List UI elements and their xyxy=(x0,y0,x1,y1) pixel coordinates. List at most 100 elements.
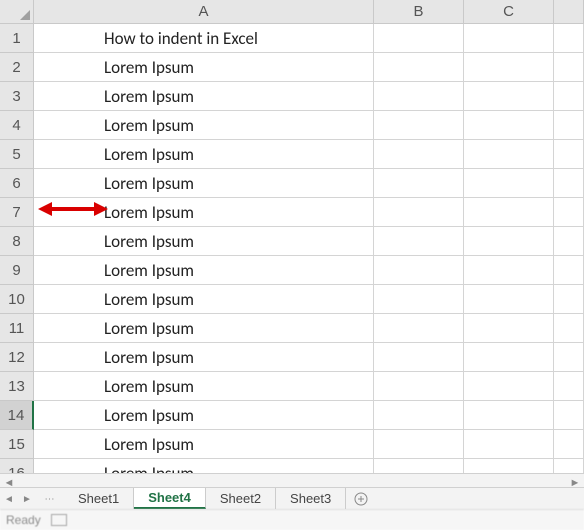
row-header[interactable]: 13 xyxy=(0,372,34,401)
cell[interactable]: Lorem Ipsum xyxy=(34,82,374,111)
row-header[interactable]: 11 xyxy=(0,314,34,343)
cell[interactable] xyxy=(374,256,464,285)
sheet-tab[interactable]: Sheet1 xyxy=(64,488,134,509)
row-header[interactable]: 3 xyxy=(0,82,34,111)
status-text: Ready xyxy=(6,513,41,527)
sheet-tab[interactable]: Sheet2 xyxy=(206,488,276,509)
add-sheet-button[interactable] xyxy=(346,488,376,509)
cell[interactable] xyxy=(464,227,554,256)
grid-row: 15Lorem Ipsum xyxy=(0,430,584,459)
cell[interactable] xyxy=(464,343,554,372)
cell[interactable] xyxy=(464,314,554,343)
cell[interactable] xyxy=(464,24,554,53)
cell[interactable]: Lorem Ipsum xyxy=(34,314,374,343)
grid-row: 6Lorem Ipsum xyxy=(0,169,584,198)
select-all-corner[interactable] xyxy=(0,0,34,24)
grid-row: 9Lorem Ipsum xyxy=(0,256,584,285)
cell[interactable] xyxy=(554,430,584,459)
cell[interactable]: Lorem Ipsum xyxy=(34,227,374,256)
tab-nav-more-icon[interactable]: ⋯ xyxy=(36,488,64,509)
sheet-tab[interactable]: Sheet4 xyxy=(134,488,206,509)
cell[interactable] xyxy=(374,285,464,314)
cell[interactable] xyxy=(554,24,584,53)
row-header[interactable]: 8 xyxy=(0,227,34,256)
cell[interactable] xyxy=(554,372,584,401)
cell[interactable] xyxy=(554,111,584,140)
cell[interactable] xyxy=(464,430,554,459)
tab-nav-next-icon[interactable]: ► xyxy=(18,488,36,509)
cell[interactable] xyxy=(554,198,584,227)
sheet-tab[interactable]: Sheet3 xyxy=(276,488,346,509)
cell[interactable] xyxy=(464,53,554,82)
cell[interactable]: Lorem Ipsum xyxy=(34,198,374,227)
cell[interactable]: Lorem Ipsum xyxy=(34,111,374,140)
cell[interactable] xyxy=(374,401,464,430)
cell[interactable] xyxy=(554,227,584,256)
cell[interactable] xyxy=(464,198,554,227)
cell[interactable] xyxy=(554,401,584,430)
cell[interactable] xyxy=(464,285,554,314)
grid-row: 7Lorem Ipsum xyxy=(0,198,584,227)
cell[interactable]: Lorem Ipsum xyxy=(34,430,374,459)
cell[interactable] xyxy=(464,111,554,140)
cell[interactable] xyxy=(464,82,554,111)
cell[interactable] xyxy=(464,401,554,430)
row-header[interactable]: 14 xyxy=(0,401,34,430)
row-header[interactable]: 7 xyxy=(0,198,34,227)
cell[interactable]: Lorem Ipsum xyxy=(34,343,374,372)
cell[interactable]: Lorem Ipsum xyxy=(34,140,374,169)
grid-row: 11Lorem Ipsum xyxy=(0,314,584,343)
cell[interactable] xyxy=(374,140,464,169)
grid-row: 1How to indent in Excel xyxy=(0,24,584,53)
cell[interactable]: Lorem Ipsum xyxy=(34,401,374,430)
status-bar: Ready xyxy=(0,509,584,530)
cell[interactable]: Lorem Ipsum xyxy=(34,53,374,82)
cell[interactable] xyxy=(464,256,554,285)
cell[interactable] xyxy=(554,256,584,285)
cell[interactable] xyxy=(554,285,584,314)
row-header[interactable]: 4 xyxy=(0,111,34,140)
col-header-B[interactable]: B xyxy=(374,0,464,24)
macro-recorder-icon[interactable] xyxy=(51,514,67,526)
col-header-edge xyxy=(554,0,584,24)
cell[interactable] xyxy=(374,343,464,372)
row-header[interactable]: 9 xyxy=(0,256,34,285)
cell[interactable] xyxy=(554,53,584,82)
grid-row: 3Lorem Ipsum xyxy=(0,82,584,111)
row-header[interactable]: 1 xyxy=(0,24,34,53)
cell[interactable] xyxy=(554,343,584,372)
cell[interactable]: Lorem Ipsum xyxy=(34,256,374,285)
sheet-tabs: Sheet1Sheet4Sheet2Sheet3 xyxy=(64,488,346,509)
cell[interactable] xyxy=(464,140,554,169)
cell[interactable] xyxy=(554,169,584,198)
cell[interactable]: Lorem Ipsum xyxy=(34,285,374,314)
grid-row: 12Lorem Ipsum xyxy=(0,343,584,372)
tab-nav-prev-icon[interactable]: ◄ xyxy=(0,488,18,509)
cell[interactable] xyxy=(374,372,464,401)
cell[interactable]: Lorem Ipsum xyxy=(34,372,374,401)
cell[interactable]: How to indent in Excel xyxy=(34,24,374,53)
cell[interactable] xyxy=(374,53,464,82)
row-header[interactable]: 15 xyxy=(0,430,34,459)
cell[interactable] xyxy=(464,372,554,401)
row-header[interactable]: 5 xyxy=(0,140,34,169)
cell[interactable] xyxy=(374,111,464,140)
cell[interactable] xyxy=(374,227,464,256)
cell[interactable] xyxy=(554,140,584,169)
row-header[interactable]: 6 xyxy=(0,169,34,198)
cell[interactable] xyxy=(554,82,584,111)
row-header[interactable]: 12 xyxy=(0,343,34,372)
cell[interactable] xyxy=(554,314,584,343)
cell[interactable] xyxy=(374,24,464,53)
cell[interactable]: Lorem Ipsum xyxy=(34,169,374,198)
cell[interactable] xyxy=(374,169,464,198)
cell[interactable] xyxy=(374,198,464,227)
row-header[interactable]: 10 xyxy=(0,285,34,314)
cell[interactable] xyxy=(374,82,464,111)
cell[interactable] xyxy=(374,314,464,343)
cell[interactable] xyxy=(374,430,464,459)
cell[interactable] xyxy=(464,169,554,198)
row-header[interactable]: 2 xyxy=(0,53,34,82)
col-header-A[interactable]: A xyxy=(34,0,374,24)
col-header-C[interactable]: C xyxy=(464,0,554,24)
